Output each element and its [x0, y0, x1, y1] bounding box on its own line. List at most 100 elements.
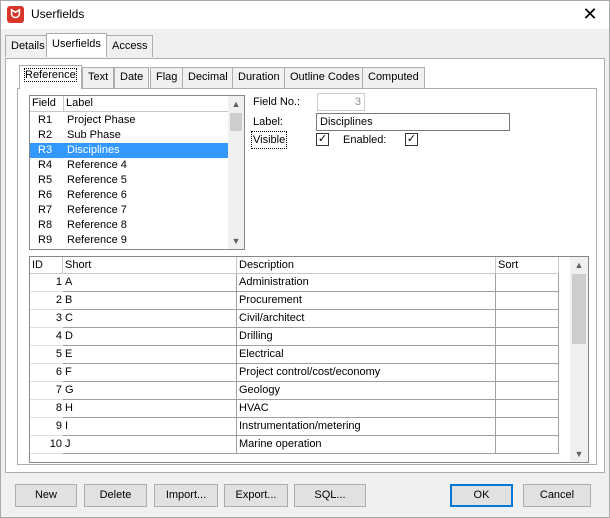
table-row[interactable]: 8 H HVAC [30, 400, 570, 418]
table-row[interactable]: 3 C Civil/architect [30, 310, 570, 328]
cell-sort[interactable] [496, 346, 559, 364]
cell-description[interactable]: Drilling [237, 328, 496, 346]
cell-id[interactable]: 6 [30, 364, 63, 382]
cell-sort[interactable] [496, 418, 559, 436]
list-item-field: R4 [38, 159, 53, 171]
list-item[interactable]: R1 Project Phase [30, 113, 228, 128]
codes-grid[interactable]: ID Short Description Sort 1 A Administrati… [29, 256, 589, 463]
tab-access[interactable]: Access [106, 35, 154, 57]
ok-button[interactable]: OK [450, 484, 513, 507]
cell-id[interactable]: 2 [30, 292, 63, 310]
cell-description[interactable]: Administration [237, 274, 496, 292]
cell-description[interactable]: Civil/architect [237, 310, 496, 328]
cell-short[interactable]: A [63, 274, 237, 292]
cell-sort[interactable] [496, 292, 559, 310]
cell-short[interactable]: I [63, 418, 237, 436]
cell-short[interactable]: J [63, 436, 237, 454]
cell-description[interactable]: Geology [237, 382, 496, 400]
cell-short[interactable]: G [63, 382, 237, 400]
cancel-button[interactable]: Cancel [523, 484, 591, 507]
tab-reference[interactable]: Reference [19, 65, 82, 89]
column-header-sort[interactable]: Sort [496, 257, 559, 274]
cell-short[interactable]: C [63, 310, 237, 328]
enabled-checkbox[interactable]: ✓ [405, 133, 418, 146]
list-item[interactable]: R3 Disciplines [30, 143, 228, 158]
codes-grid-scrollbar[interactable]: ▲ ▼ [570, 257, 588, 462]
list-item[interactable]: R8 Reference 8 [30, 218, 228, 233]
cell-sort[interactable] [496, 310, 559, 328]
cell-sort[interactable] [496, 382, 559, 400]
column-header-description[interactable]: Description [237, 257, 496, 274]
delete-button[interactable]: Delete [84, 484, 147, 507]
visible-checkbox[interactable]: ✓ [316, 133, 329, 146]
tab-details[interactable]: Details [5, 35, 51, 57]
column-header-field[interactable]: Field [30, 96, 64, 112]
scroll-down-icon[interactable]: ▼ [228, 233, 244, 249]
list-item-field: R1 [38, 114, 53, 126]
tab-outline-codes[interactable]: Outline Codes [284, 67, 366, 88]
list-item[interactable]: R9 Reference 9 [30, 233, 228, 248]
sql-button[interactable]: SQL... [294, 484, 366, 507]
cell-id[interactable]: 10 [30, 436, 63, 454]
cell-sort[interactable] [496, 436, 559, 454]
export-button[interactable]: Export... [224, 484, 288, 507]
table-row[interactable]: 10 J Marine operation [30, 436, 570, 454]
list-item[interactable]: R6 Reference 6 [30, 188, 228, 203]
scroll-thumb[interactable] [230, 113, 242, 131]
label-input[interactable]: Disciplines [316, 113, 510, 131]
field-list-scrollbar[interactable]: ▲ ▼ [228, 96, 244, 249]
scroll-down-icon[interactable]: ▼ [570, 446, 588, 462]
list-item[interactable]: R2 Sub Phase [30, 128, 228, 143]
cell-short[interactable]: F [63, 364, 237, 382]
cell-short[interactable]: B [63, 292, 237, 310]
visible-label[interactable]: Visible [250, 131, 288, 149]
cell-sort[interactable] [496, 364, 559, 382]
cell-id[interactable]: 3 [30, 310, 63, 328]
cell-description[interactable]: Electrical [237, 346, 496, 364]
cell-short[interactable]: H [63, 400, 237, 418]
cell-short[interactable]: D [63, 328, 237, 346]
new-button[interactable]: New [15, 484, 77, 507]
table-row[interactable]: 2 B Procurement [30, 292, 570, 310]
cell-id[interactable]: 1 [30, 274, 63, 292]
list-item[interactable]: R4 Reference 4 [30, 158, 228, 173]
cell-sort[interactable] [496, 274, 559, 292]
field-list[interactable]: Field Label R1 Project Phase R2 Sub Phase R3… [29, 95, 245, 250]
cell-sort[interactable] [496, 400, 559, 418]
cell-id[interactable]: 5 [30, 346, 63, 364]
scroll-up-icon[interactable]: ▲ [570, 257, 588, 273]
cell-id[interactable]: 7 [30, 382, 63, 400]
cell-description[interactable]: Marine operation [237, 436, 496, 454]
tab-userfields[interactable]: Userfields [46, 33, 107, 57]
cell-short[interactable]: E [63, 346, 237, 364]
import-button[interactable]: Import... [154, 484, 218, 507]
table-row[interactable]: 1 A Administration [30, 274, 570, 292]
cell-id[interactable]: 8 [30, 400, 63, 418]
scroll-up-icon[interactable]: ▲ [228, 96, 244, 112]
cell-id[interactable]: 4 [30, 328, 63, 346]
table-row[interactable]: 5 E Electrical [30, 346, 570, 364]
tab-flag[interactable]: Flag [150, 67, 184, 88]
column-header-short[interactable]: Short [63, 257, 237, 274]
cell-id[interactable]: 9 [30, 418, 63, 436]
tab-duration[interactable]: Duration [232, 67, 286, 88]
tab-date[interactable]: Date [114, 67, 150, 88]
table-row[interactable]: 4 D Drilling [30, 328, 570, 346]
scroll-thumb[interactable] [572, 274, 586, 344]
cell-description[interactable]: Instrumentation/metering [237, 418, 496, 436]
list-item[interactable]: R5 Reference 5 [30, 173, 228, 188]
tab-text[interactable]: Text [82, 67, 115, 88]
tab-decimal[interactable]: Decimal [182, 67, 234, 88]
table-row[interactable]: 7 G Geology [30, 382, 570, 400]
table-row[interactable]: 6 F Project control/cost/economy [30, 364, 570, 382]
cell-description[interactable]: Project control/cost/economy [237, 364, 496, 382]
cell-sort[interactable] [496, 328, 559, 346]
tab-computed[interactable]: Computed [362, 67, 425, 88]
list-item[interactable]: R7 Reference 7 [30, 203, 228, 218]
close-icon[interactable]: ✕ [579, 3, 601, 25]
table-row[interactable]: 9 I Instrumentation/metering [30, 418, 570, 436]
cell-description[interactable]: HVAC [237, 400, 496, 418]
cell-description[interactable]: Procurement [237, 292, 496, 310]
column-header-label[interactable]: Label [64, 96, 228, 112]
column-header-id[interactable]: ID [30, 257, 63, 274]
